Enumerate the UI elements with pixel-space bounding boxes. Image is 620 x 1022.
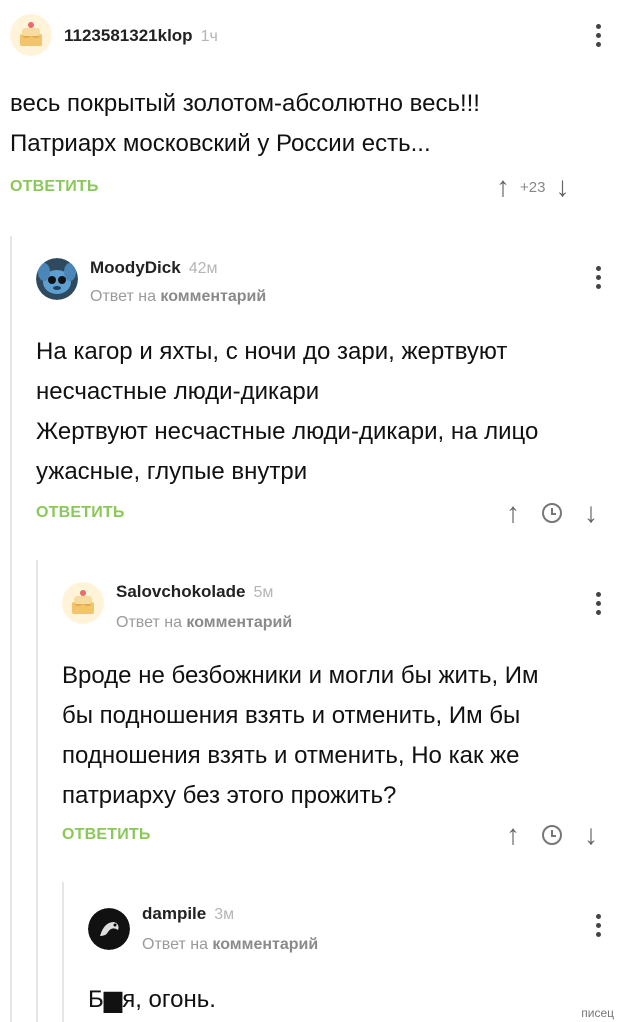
reply-button[interactable]: ОТВЕТИТЬ	[62, 826, 151, 844]
body-line: подношения взять и отменить, Но как же	[62, 742, 520, 769]
reply-subtitle-prefix: Ответ на	[90, 288, 156, 305]
comment-4: dampile 3м Ответ на комментарий Б▆я, огон…	[0, 882, 620, 1022]
username-text[interactable]: MoodyDick	[90, 258, 181, 277]
comment-body: На кагор и яхты, с ночи до зари, жертвую…	[36, 332, 538, 492]
username[interactable]: dampile 3м	[142, 904, 234, 924]
username[interactable]: MoodyDick 42м	[90, 258, 217, 278]
upvote-arrow-icon[interactable]: ↑	[496, 173, 510, 201]
reply-subtitle: Ответ на комментарий	[90, 288, 266, 306]
watermark: писец	[581, 1006, 614, 1020]
comment-body: Б▆я, огонь.	[88, 980, 216, 1020]
body-line: патриарху без этого прожить?	[62, 782, 397, 809]
comment-body: весь покрытый золотом-абсолютно весь!!! …	[10, 84, 480, 164]
timestamp: 5м	[253, 584, 274, 601]
more-options-icon[interactable]	[592, 266, 604, 292]
comment-body: Вроде не безбожники и могли бы жить, Им …	[62, 656, 539, 816]
body-line: Вроде не безбожники и могли бы жить, Им	[62, 662, 539, 689]
username[interactable]: Salovchokolade 5м	[116, 582, 273, 602]
body-line: несчастные люди-дикари	[36, 378, 320, 405]
more-options-icon[interactable]	[592, 24, 604, 50]
body-line: весь покрытый золотом-абсолютно весь!!!	[10, 90, 480, 117]
username-text[interactable]: 1123581321klop	[64, 26, 193, 45]
reply-subtitle-prefix: Ответ на	[142, 936, 208, 953]
body-line: Патриарх московский у России есть...	[10, 130, 431, 157]
username-text[interactable]: dampile	[142, 904, 206, 923]
username[interactable]: 1123581321klop 1ч	[64, 26, 218, 46]
body-line: На кагор и яхты, с ночи до зари, жертвую…	[36, 338, 508, 365]
stitch-avatar-icon[interactable]	[36, 258, 78, 300]
body-line: Б▆я, огонь.	[88, 986, 216, 1013]
timestamp: 3м	[214, 906, 235, 923]
timestamp: 1ч	[200, 28, 218, 45]
body-line: Жертвуют несчастные люди-дикари, на лицо	[36, 418, 539, 445]
upvote-arrow-icon[interactable]: ↑	[506, 499, 520, 527]
reply-button[interactable]: ОТВЕТИТЬ	[10, 178, 99, 196]
cake-avatar-icon[interactable]	[10, 14, 52, 56]
reply-subtitle: Ответ на комментарий	[116, 614, 292, 632]
more-options-icon[interactable]	[592, 914, 604, 940]
parent-comment-link[interactable]: комментарий	[186, 614, 292, 631]
cake-avatar-icon[interactable]	[62, 582, 104, 624]
clock-icon[interactable]	[542, 503, 562, 523]
reply-subtitle: Ответ на комментарий	[142, 936, 318, 954]
rating-value: +23	[520, 178, 546, 196]
thread-line[interactable]	[62, 882, 64, 1022]
clock-icon[interactable]	[542, 825, 562, 845]
black-dragon-avatar-icon[interactable]	[88, 908, 130, 950]
reply-button[interactable]: ОТВЕТИТЬ	[36, 504, 125, 522]
parent-comment-link[interactable]: комментарий	[212, 936, 318, 953]
downvote-arrow-icon[interactable]: ↓	[584, 821, 598, 849]
upvote-arrow-icon[interactable]: ↑	[506, 821, 520, 849]
body-line: бы подношения взять и отменить, Им бы	[62, 702, 521, 729]
vote-actions: ↑ ↓	[506, 820, 598, 850]
vote-actions: ↑ +23 ↓	[496, 172, 569, 202]
comment-1: 1123581321klop 1ч весь покрытый золотом-а…	[0, 0, 620, 235]
downvote-arrow-icon[interactable]: ↓	[584, 499, 598, 527]
body-line: ужасные, глупые внутри	[36, 458, 308, 485]
vote-actions: ↑ ↓	[506, 498, 598, 528]
parent-comment-link[interactable]: комментарий	[160, 288, 266, 305]
downvote-arrow-icon[interactable]: ↓	[555, 173, 569, 201]
more-options-icon[interactable]	[592, 592, 604, 618]
reply-subtitle-prefix: Ответ на	[116, 614, 182, 631]
timestamp: 42м	[188, 260, 218, 277]
username-text[interactable]: Salovchokolade	[116, 582, 245, 601]
